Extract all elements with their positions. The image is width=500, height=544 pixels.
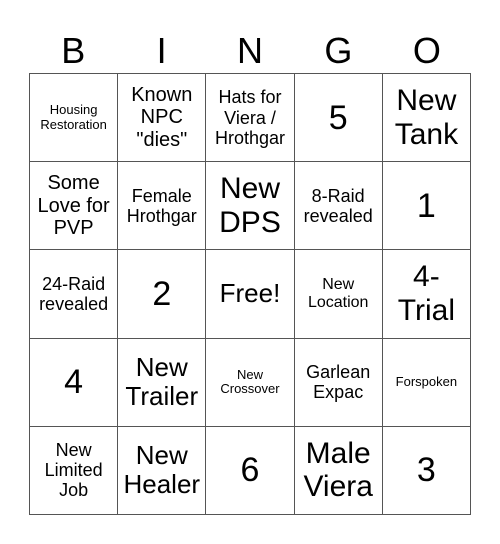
- bingo-cell[interactable]: Female Hrothgar: [118, 162, 207, 251]
- bingo-cell[interactable]: 2: [118, 250, 207, 339]
- bingo-cell[interactable]: 1: [382, 162, 471, 251]
- bingo-cell[interactable]: 5: [294, 74, 383, 163]
- bingo-cell[interactable]: Male Viera: [294, 426, 383, 515]
- header-letter-i: I: [156, 30, 167, 71]
- bingo-cell[interactable]: 3: [382, 426, 471, 515]
- bingo-cell[interactable]: Hats for Viera / Hrothgar: [206, 74, 295, 163]
- bingo-cell[interactable]: 24-Raid revealed: [30, 250, 119, 339]
- bingo-cell[interactable]: New Crossover: [206, 338, 295, 427]
- bingo-free-space[interactable]: Free!: [206, 250, 295, 339]
- bingo-board: Housing Restoration Known NPC "dies" Hat…: [29, 73, 471, 515]
- bingo-cell[interactable]: Some Love for PVP: [30, 162, 119, 251]
- header-letter-n: N: [237, 30, 264, 71]
- bingo-cell[interactable]: 4: [30, 338, 119, 427]
- bingo-cell[interactable]: 8-Raid revealed: [294, 162, 383, 251]
- header-letter-g: G: [324, 30, 353, 71]
- header-letter-o: O: [412, 30, 441, 71]
- bingo-cell[interactable]: New Tank: [382, 74, 471, 163]
- bingo-cell[interactable]: 6: [206, 426, 295, 515]
- bingo-cell[interactable]: Housing Restoration: [30, 74, 119, 163]
- bingo-cell[interactable]: New Trailer: [118, 338, 207, 427]
- bingo-header: B I N G O: [29, 28, 471, 73]
- header-letter-b: B: [61, 30, 86, 71]
- bingo-cell[interactable]: Garlean Expac: [294, 338, 383, 427]
- bingo-cell[interactable]: Forspoken: [382, 338, 471, 427]
- bingo-cell[interactable]: New DPS: [206, 162, 295, 251]
- bingo-cell[interactable]: 4-Trial: [382, 250, 471, 339]
- bingo-cell[interactable]: New Location: [294, 250, 383, 339]
- bingo-cell[interactable]: New Healer: [118, 426, 207, 515]
- bingo-cell[interactable]: Known NPC "dies": [118, 74, 207, 163]
- bingo-cell[interactable]: New Limited Job: [30, 426, 119, 515]
